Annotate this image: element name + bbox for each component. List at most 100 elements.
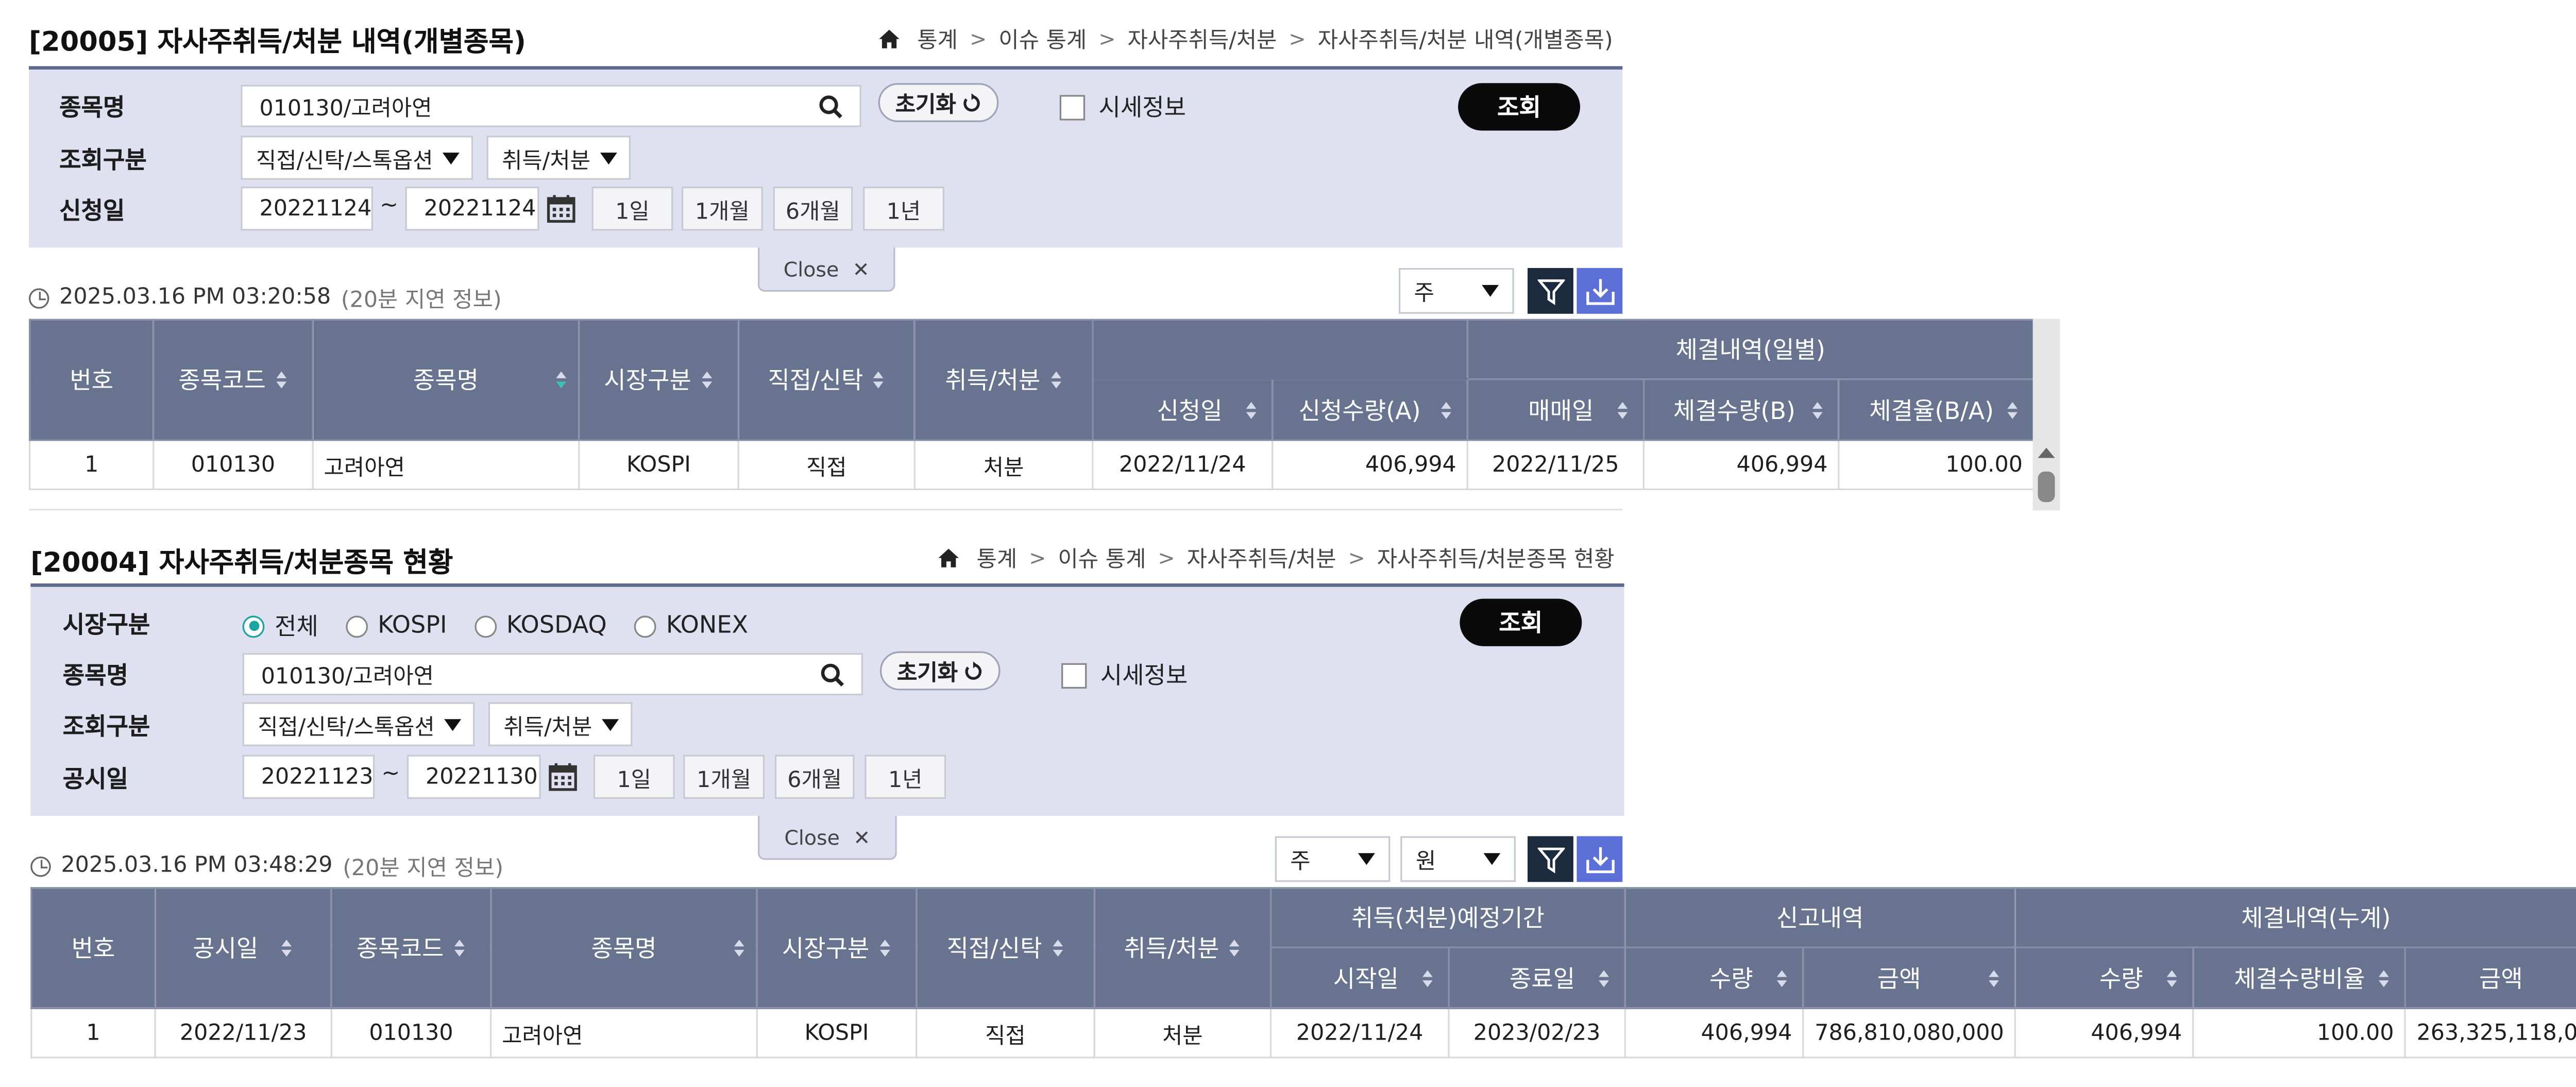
currency-select[interactable]: 원: [1400, 836, 1516, 882]
market-radio-kosdaq[interactable]: KOSDAQ: [474, 612, 607, 640]
unit-select[interactable]: 주: [1398, 267, 1514, 314]
breadcrumb-item[interactable]: 자사주취득/처분: [1127, 22, 1277, 54]
checkbox-box[interactable]: [1059, 94, 1086, 120]
period-1d-button[interactable]: 1일: [591, 186, 673, 231]
filter-button[interactable]: [1528, 267, 1573, 314]
unit-select[interactable]: 주: [1275, 836, 1391, 882]
market-radio-konex[interactable]: KONEX: [634, 612, 748, 640]
breadcrumb-item[interactable]: 통계: [977, 541, 1018, 573]
acq-select[interactable]: 취득/처분: [488, 702, 633, 746]
scroll-up-icon[interactable]: [2038, 447, 2055, 458]
vertical-scrollbar[interactable]: [2032, 319, 2060, 511]
download-button[interactable]: [1577, 836, 1623, 882]
reset-button[interactable]: 초기화: [878, 83, 999, 122]
search-icon[interactable]: [821, 662, 844, 686]
period-6m-button[interactable]: 6개월: [773, 186, 853, 231]
sort-icon: [454, 940, 466, 957]
col-header-exec-qty[interactable]: 수량: [2014, 946, 2194, 1010]
col-header-market[interactable]: 시장구분: [756, 887, 918, 1010]
home-icon[interactable]: [878, 28, 901, 48]
sort-icon: [1050, 371, 1062, 389]
stock-search-input[interactable]: 010130/고려아연: [241, 85, 861, 127]
period-1y-button[interactable]: 1년: [863, 186, 944, 231]
home-icon[interactable]: [938, 547, 960, 567]
date-to-input[interactable]: 20221130: [406, 755, 541, 799]
period-1m-button[interactable]: 1개월: [683, 755, 765, 799]
sort-icon: [282, 940, 294, 957]
sort-icon: [1776, 969, 1789, 986]
col-group-blank: [1092, 319, 1468, 380]
col-header-report-amount[interactable]: 금액: [1802, 946, 2016, 1010]
chevron-right-icon: >: [1098, 26, 1116, 51]
date-label: 공시일: [62, 766, 128, 794]
col-header-apply-qty[interactable]: 신청수량(A): [1272, 378, 1468, 441]
period-1d-button[interactable]: 1일: [593, 755, 675, 799]
scroll-thumb[interactable]: [2038, 471, 2055, 503]
col-header-end[interactable]: 종료일: [1448, 946, 1626, 1010]
market-info-checkbox[interactable]: 시세정보: [1061, 658, 1188, 692]
market-info-checkbox[interactable]: 시세정보: [1059, 90, 1186, 124]
col-header-type[interactable]: 직접/신탁: [916, 887, 1095, 1010]
panel-close-button[interactable]: Close ✕: [757, 815, 897, 860]
acq-select[interactable]: 취득/처분: [486, 136, 631, 180]
search-icon[interactable]: [819, 94, 842, 118]
market-radio-kospi[interactable]: KOSPI: [345, 612, 447, 640]
table-row[interactable]: 1 2022/11/23 010130 고려아연 KOSPI 직접 처분 202…: [30, 1007, 2576, 1059]
acq-select-value: 취득/처분: [502, 148, 590, 174]
table-row[interactable]: 1 010130 고려아연 KOSPI 직접 처분 2022/11/24 406…: [28, 439, 2035, 491]
breadcrumb-item[interactable]: 자사주취득/처분 내역(개별종목): [1318, 22, 1613, 54]
col-header-acq[interactable]: 취득/처분: [1093, 887, 1272, 1010]
calendar-button[interactable]: [541, 187, 582, 231]
breadcrumb-item[interactable]: 이슈 통계: [1058, 541, 1146, 573]
breadcrumb-item[interactable]: 통계: [917, 22, 958, 54]
col-header-exec-ratio[interactable]: 체결수량비율: [2192, 946, 2406, 1010]
date-label: 신청일: [59, 198, 125, 226]
date-from-input[interactable]: 20221123: [242, 755, 375, 799]
sort-icon: [734, 940, 746, 957]
breadcrumb-item[interactable]: 이슈 통계: [998, 22, 1087, 54]
col-header-exec-rate[interactable]: 체결율(B/A): [1838, 378, 2035, 441]
checkbox-box[interactable]: [1061, 662, 1087, 688]
stock-search-input[interactable]: 010130/고려아연: [242, 653, 863, 696]
date-from-input[interactable]: 20221124: [241, 186, 373, 231]
col-header-acq[interactable]: 취득/처분: [913, 319, 1094, 441]
col-header-code[interactable]: 종목코드: [152, 319, 314, 441]
submit-button[interactable]: 조회: [1458, 83, 1581, 131]
download-button[interactable]: [1577, 267, 1623, 314]
panel-close-button[interactable]: Close ✕: [757, 247, 895, 292]
col-header-start[interactable]: 시작일: [1269, 946, 1450, 1010]
radio-dot: [474, 614, 497, 637]
chevron-right-icon: >: [1029, 545, 1046, 570]
reset-button[interactable]: 초기화: [879, 651, 1001, 691]
date-to-input[interactable]: 20221124: [405, 186, 539, 231]
stock-label: 종목명: [62, 663, 128, 691]
col-header-exec-amount[interactable]: 금액: [2404, 946, 2576, 1010]
refresh-icon: [963, 92, 980, 111]
col-header-disclosure-date[interactable]: 공시일: [154, 887, 332, 1010]
delay-note: (20분 지연 정보): [343, 856, 504, 882]
col-header-type[interactable]: 직접/신탁: [737, 319, 916, 441]
col-header-exec-qty[interactable]: 체결수량(B): [1642, 378, 1840, 441]
market-radio-all[interactable]: 전체: [242, 609, 318, 643]
submit-button[interactable]: 조회: [1460, 598, 1582, 646]
sort-icon: [879, 940, 891, 957]
breadcrumb-item[interactable]: 자사주취득/처분: [1187, 541, 1336, 573]
period-1m-button[interactable]: 1개월: [681, 186, 763, 231]
period-6m-button[interactable]: 6개월: [774, 755, 855, 799]
col-group-header: 체결내역(일별): [1466, 319, 2035, 380]
calendar-button[interactable]: [543, 755, 583, 799]
col-header-name[interactable]: 종목명: [490, 887, 758, 1010]
col-header-code[interactable]: 종목코드: [330, 887, 492, 1010]
type-select[interactable]: 직접/신탁/스톡옵션: [242, 702, 475, 746]
col-header-market[interactable]: 시장구분: [578, 319, 739, 441]
col-header-trade-date[interactable]: 매매일: [1466, 378, 1645, 441]
filter-button[interactable]: [1528, 836, 1573, 882]
col-header-report-qty[interactable]: 수량: [1624, 946, 1804, 1010]
caret-down-icon: [602, 718, 619, 730]
period-1y-button[interactable]: 1년: [865, 755, 946, 799]
breadcrumb-item[interactable]: 자사주취득/처분종목 현황: [1377, 541, 1615, 573]
col-header-name[interactable]: 종목명: [312, 319, 580, 441]
type-select[interactable]: 직접/신탁/스톡옵션: [241, 136, 473, 180]
unit-select-value: 주: [1290, 849, 1311, 876]
col-header-apply-date[interactable]: 신청일: [1092, 378, 1274, 441]
